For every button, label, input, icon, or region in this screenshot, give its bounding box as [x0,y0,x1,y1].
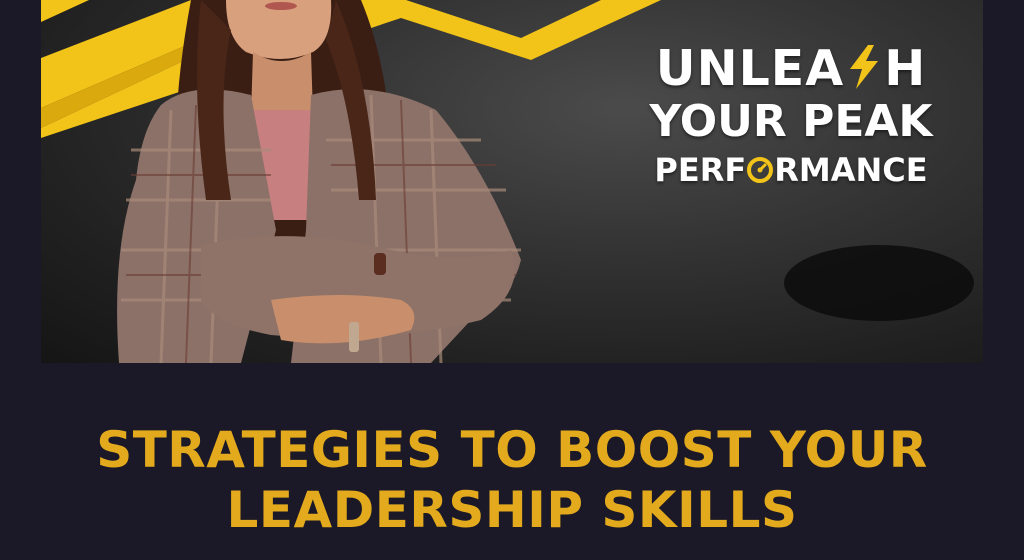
headline-line-3-start: PERF [654,151,747,189]
yellow-stripe-top [41,0,89,22]
headline-line-1-end: H [884,40,927,97]
headline-line-2: YOUR PEAK [649,96,933,147]
caption-line-2: LEADERSHIP SKILLS [226,481,798,539]
headline-line-1-start: UNLEA [655,40,845,97]
lightning-bolt-icon [844,45,884,89]
hero-banner: UNLEA H YOUR PEAK PERF RMANCE [41,0,983,363]
hero-headline: UNLEA H YOUR PEAK PERF RMANCE [581,44,983,190]
headline-line-3: PERF RMANCE [581,154,983,190]
caption-line-1: STRATEGIES TO BOOST YOUR [96,421,928,479]
page-caption: STRATEGIES TO BOOST YOUR LEADERSHIP SKIL… [0,420,1024,540]
headline-line-1: UNLEA H [581,44,983,98]
headline-line-3-end: RMANCE [774,151,928,189]
dark-shape [784,245,974,321]
speedometer-icon [746,156,774,184]
